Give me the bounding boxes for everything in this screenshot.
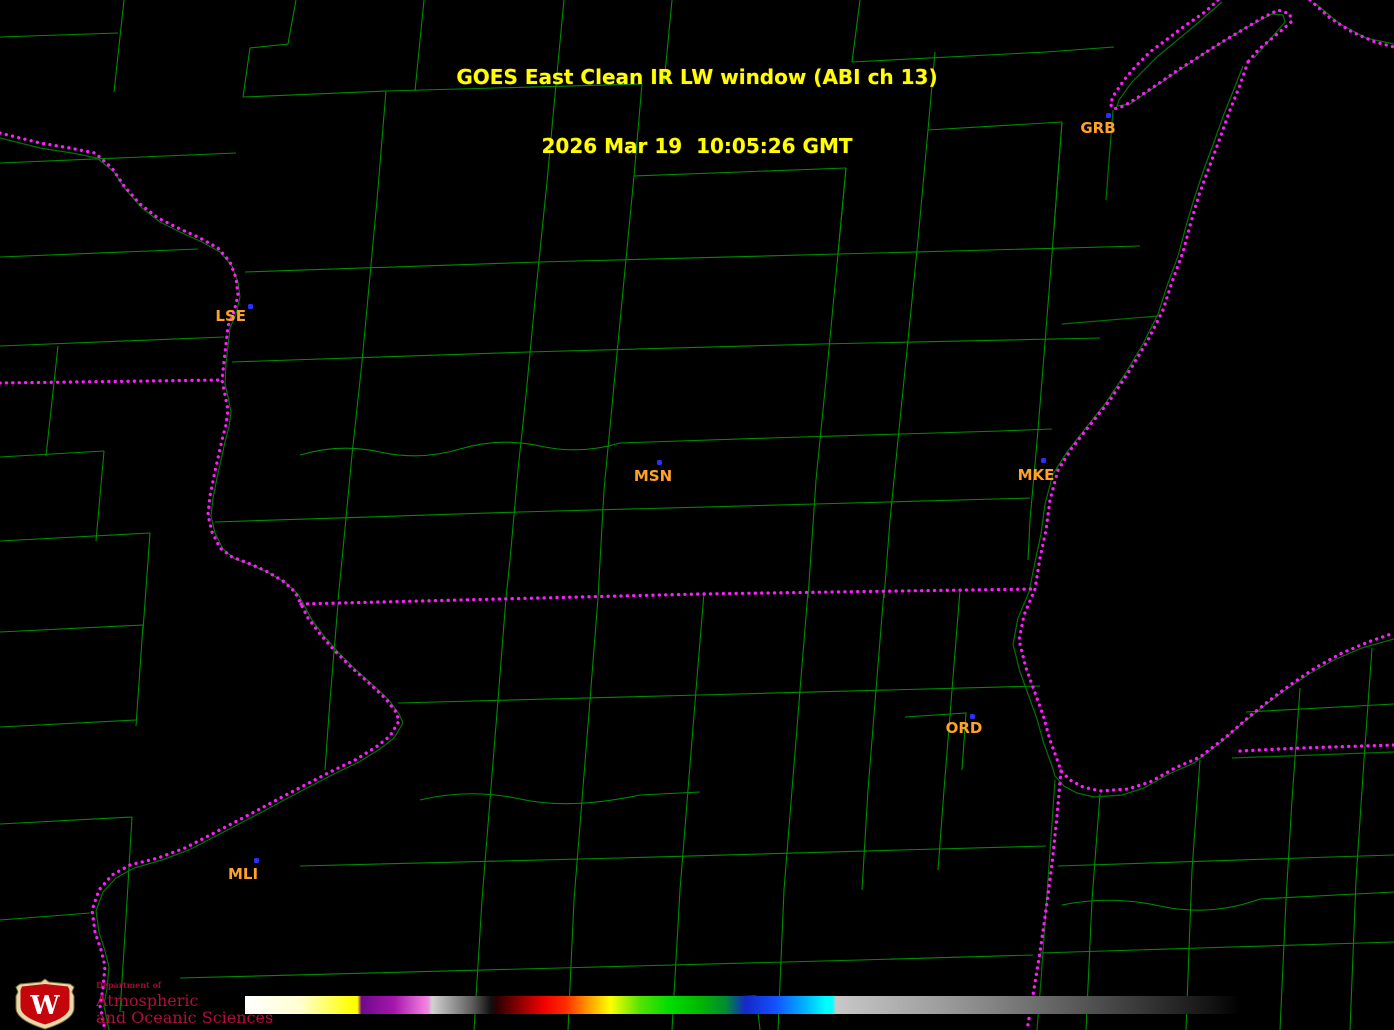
station-GRB: GRB <box>1080 113 1116 137</box>
station-label: LSE <box>215 307 246 325</box>
satellite-image-viewer: LSE GRB MSN MKE ORD MLI GOES East Clean … <box>0 0 1394 1030</box>
station-MLI: MLI <box>228 858 259 883</box>
station-ORD: ORD <box>946 714 983 737</box>
logo-line-2: and Oceanic Sciences <box>96 1008 274 1027</box>
title-block: GOES East Clean IR LW window (ABI ch 13)… <box>456 20 937 204</box>
station-label: GRB <box>1080 119 1115 137</box>
station-dot <box>248 304 253 309</box>
station-dot <box>1106 113 1111 118</box>
station-label: ORD <box>946 719 983 737</box>
station-label: MSN <box>634 467 672 485</box>
station-dot <box>1041 458 1046 463</box>
station-label: MKE <box>1018 466 1055 484</box>
product-timestamp: 2026 Mar 19 10:05:26 GMT <box>541 134 853 158</box>
station-MSN: MSN <box>634 460 672 485</box>
crest-monogram: W <box>29 991 60 1021</box>
colorbar <box>245 996 1240 1014</box>
station-dot <box>657 460 662 465</box>
station-dot <box>254 858 259 863</box>
station-LSE: LSE <box>215 304 253 325</box>
product-title: GOES East Clean IR LW window (ABI ch 13) <box>456 65 938 89</box>
station-label: MLI <box>228 865 258 883</box>
logo-line-1: Atmospheric <box>96 991 199 1010</box>
uw-aos-logo: W Department of Atmospheric and Oceanic … <box>8 978 273 1030</box>
logo-text: Department of Atmospheric and Oceanic Sc… <box>96 978 273 1027</box>
station-MKE: MKE <box>1018 458 1055 484</box>
uw-crest-icon: W <box>15 978 75 1030</box>
logo-dept-line: Department of <box>96 980 162 990</box>
